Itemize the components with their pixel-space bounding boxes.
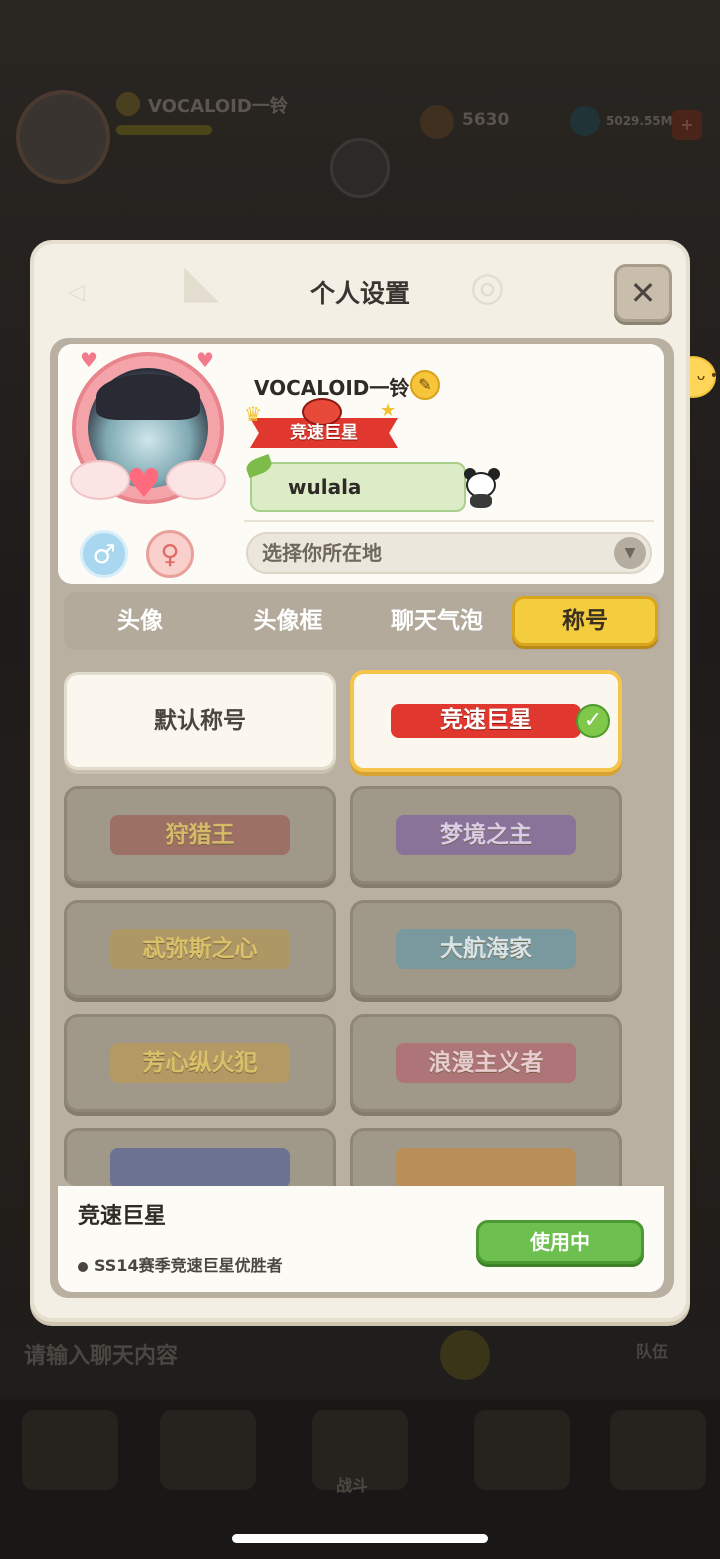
title-card-label <box>67 1131 333 1186</box>
title-card-label <box>353 1131 619 1186</box>
title-card[interactable]: 狩猎王 <box>64 786 336 884</box>
tab-avatar-frame[interactable]: 头像框 <box>216 596 360 646</box>
title-card-label: 大航海家 <box>440 936 532 962</box>
tab-title[interactable]: 称号 <box>512 596 658 646</box>
title-card[interactable]: 大航海家 <box>350 900 622 998</box>
chevron-down-icon: ▼ <box>614 537 646 569</box>
title-card[interactable]: 浪漫主义者 <box>350 1014 622 1112</box>
title-card-label: 默认称号 <box>154 708 246 734</box>
location-select[interactable]: 选择你所在地 ▼ <box>246 532 652 574</box>
close-icon: ✕ <box>629 274 657 312</box>
title-card-label: 梦境之主 <box>440 822 532 848</box>
title-card[interactable]: 忒弥斯之心 <box>64 900 336 998</box>
avatar[interactable]: ♥ ♥ ♥ <box>70 348 226 507</box>
location-placeholder: 选择你所在地 <box>262 541 382 565</box>
nav-item[interactable] <box>22 1410 118 1490</box>
nav-item[interactable] <box>160 1410 256 1490</box>
nav-item[interactable] <box>610 1410 706 1490</box>
equipped-title-label: 竞速巨星 <box>290 423 358 443</box>
heart-icon: ♥ <box>196 348 214 372</box>
personal-settings-dialog: ◁ ◣ ◎ 个人设置 ✕ ♥ ♥ ♥ VOCALOID一铃 ✎ ♛ ★ 竞速巨星… <box>30 240 690 1322</box>
dialog-title: 个人设置 <box>309 279 410 308</box>
coin-count: 5630 <box>462 110 510 130</box>
title-card-label: 忒弥斯之心 <box>142 936 258 962</box>
male-icon: ♂ <box>92 540 116 570</box>
rank-badge-icon <box>116 92 140 116</box>
selected-title-info: 竞速巨星 SS14赛季竞速巨星优胜者 使用中 <box>58 1186 664 1292</box>
in-use-button[interactable]: 使用中 <box>476 1220 644 1264</box>
in-use-label: 使用中 <box>530 1230 590 1254</box>
equipped-title-badge: ♛ ★ 竞速巨星 <box>244 398 404 452</box>
selected-title-name: 竞速巨星 <box>78 1204 167 1229</box>
wing-icon <box>166 460 226 500</box>
title-card[interactable]: 梦境之主 <box>350 786 622 884</box>
gem-count: 5029.55M <box>606 114 673 128</box>
title-card[interactable]: 芳心纵火犯 <box>64 1014 336 1112</box>
heart-icon: ♥ <box>80 348 98 372</box>
gem-icon <box>570 106 600 136</box>
pencil-icon[interactable]: ✎ <box>410 370 440 400</box>
player-avatar[interactable] <box>16 90 110 184</box>
category-tabs: 头像 头像框 聊天气泡 称号 <box>64 592 660 650</box>
bullet-icon <box>78 1261 88 1272</box>
yin-yang-icon <box>330 138 390 198</box>
settings-panel: ♥ ♥ ♥ VOCALOID一铃 ✎ ♛ ★ 竞速巨星 wulala ♂ ♀ 选… <box>50 338 674 1298</box>
divider <box>244 520 654 522</box>
selected-title-description: SS14赛季竞速巨星优胜者 <box>78 1252 283 1276</box>
title-card-label: 狩猎王 <box>165 822 235 848</box>
description-text: SS14赛季竞速巨星优胜者 <box>94 1256 283 1275</box>
player-name: VOCALOID一铃 <box>148 96 288 117</box>
profile-card: ♥ ♥ ♥ VOCALOID一铃 ✎ ♛ ★ 竞速巨星 wulala ♂ ♀ 选… <box>58 344 664 584</box>
leaf-icon <box>244 454 274 478</box>
tab-chat-bubble[interactable]: 聊天气泡 <box>364 596 510 646</box>
title-card-selected[interactable]: 竞速巨星 ✓ <box>350 670 622 772</box>
chat-bubble-text: wulala <box>288 475 362 499</box>
title-card-default[interactable]: 默认称号 <box>64 672 336 770</box>
chat-bubble-preview: wulala <box>244 454 466 512</box>
tab-avatar[interactable]: 头像 <box>72 596 208 646</box>
home-indicator[interactable] <box>232 1534 488 1543</box>
title-card-label: 浪漫主义者 <box>428 1050 544 1076</box>
nav-item[interactable] <box>474 1410 570 1490</box>
username: VOCALOID一铃 <box>254 376 410 400</box>
battle-label: 战斗 <box>336 1476 369 1495</box>
witch-hat-icon <box>96 374 200 420</box>
wing-icon <box>70 460 130 500</box>
title-card-label: 芳心纵火犯 <box>142 1050 258 1076</box>
close-button[interactable]: ✕ <box>614 264 672 322</box>
male-button[interactable]: ♂ <box>80 530 128 578</box>
xp-bar <box>116 125 212 135</box>
title-card[interactable] <box>64 1128 336 1186</box>
checkmark-icon: ✓ <box>576 704 610 738</box>
coin-icon <box>420 105 454 139</box>
female-icon: ♀ <box>160 540 180 570</box>
panda-icon <box>462 468 502 508</box>
female-button[interactable]: ♀ <box>146 530 194 578</box>
heart-icon: ♥ <box>126 461 162 507</box>
plus-icon[interactable]: + <box>672 110 702 140</box>
team-button[interactable]: 队伍 <box>636 1338 668 1362</box>
title-card[interactable] <box>350 1128 622 1186</box>
chat-input[interactable]: 请输入聊天内容 <box>24 1338 178 1370</box>
title-grid: 默认称号 竞速巨星 ✓ 狩猎王 梦境之主 忒弥斯之心 大航海家 芳心纵火犯 浪漫… <box>64 660 660 1186</box>
emoji-icon[interactable] <box>440 1330 490 1380</box>
